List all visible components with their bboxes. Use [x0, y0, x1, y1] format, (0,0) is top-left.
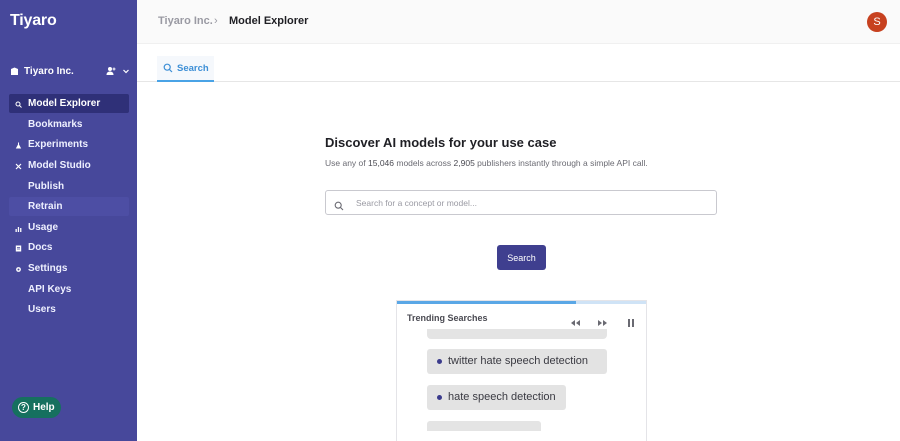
top-header: Tiyaro Inc. › Model Explorer S [137, 0, 900, 44]
trending-item-label: hate speech detection [448, 391, 556, 403]
trending-item-label: twitter hate speech detection [448, 355, 589, 367]
help-button[interactable]: ? Help [12, 397, 61, 418]
search-icon [163, 63, 173, 73]
gear-icon [15, 265, 22, 273]
trending-item[interactable]: hate speech detection [427, 385, 566, 410]
fast-forward-icon[interactable] [597, 315, 609, 326]
trending-list: twitter hate speech detection hate speec… [427, 329, 617, 431]
page-subtitle: Use any of 15,046 models across 2,905 pu… [325, 158, 648, 168]
breadcrumb-separator: › [214, 15, 218, 27]
sidebar-item-publish[interactable]: Publish [9, 177, 129, 196]
question-icon: ? [18, 402, 29, 413]
sidebar-item-label: Experiments [28, 139, 89, 151]
tab-bar: Search [137, 44, 900, 82]
app-logo[interactable]: Tiyaro [10, 12, 57, 30]
sidebar-item-docs[interactable]: Docs [9, 238, 129, 257]
page-title: Discover AI models for your use case [325, 135, 557, 150]
sidebar-item-label: Usage [28, 221, 59, 233]
rewind-icon[interactable] [569, 315, 581, 326]
avatar[interactable]: S [867, 12, 887, 32]
publisher-count: 2,905 [453, 158, 475, 168]
trending-title: Trending Searches [407, 313, 488, 323]
building-icon [10, 67, 19, 76]
breadcrumb-page: Model Explorer [229, 15, 309, 27]
org-name: Tiyaro Inc. [24, 65, 74, 77]
search-field[interactable] [325, 190, 717, 215]
sidebar-item-bookmarks[interactable]: Bookmarks [9, 115, 129, 134]
bar-chart-icon [15, 224, 22, 232]
document-icon [15, 244, 22, 252]
sidebar-item-experiments[interactable]: Experiments [9, 135, 129, 154]
sidebar-item-label: Publish [28, 180, 65, 192]
breadcrumb-org[interactable]: Tiyaro Inc. [158, 15, 213, 27]
sidebar-item-model-explorer[interactable]: Model Explorer [9, 94, 129, 113]
tab-label: Search [177, 62, 209, 74]
search-button[interactable]: Search [497, 245, 546, 270]
pause-icon[interactable] [625, 315, 637, 327]
sidebar-item-label: Settings [28, 263, 68, 275]
sidebar-nav: Model Explorer Bookmarks Experiments Mod… [9, 94, 129, 321]
org-switcher[interactable]: Tiyaro Inc. [10, 63, 130, 79]
add-user-icon[interactable] [106, 66, 116, 76]
trending-searches-panel: Trending Searches twitter hate speech de… [396, 300, 647, 441]
flask-icon [15, 141, 22, 149]
tab-search[interactable]: Search [157, 56, 214, 82]
sidebar-item-label: Users [28, 304, 56, 316]
chevron-down-icon[interactable] [122, 67, 130, 75]
trending-progress-track [397, 301, 646, 304]
sidebar: Tiyaro Tiyaro Inc. Model Explorer Bookma… [0, 0, 137, 441]
sidebar-item-label: Retrain [28, 201, 63, 213]
sidebar-item-label: Bookmarks [28, 118, 83, 130]
subtitle-text: publishers instantly through a simple AP… [474, 158, 648, 168]
search-icon [334, 198, 344, 210]
subtitle-text: Use any of [325, 158, 368, 168]
search-input[interactable] [356, 197, 716, 208]
sidebar-item-label: Docs [28, 242, 53, 254]
sidebar-item-users[interactable]: Users [9, 300, 129, 319]
sidebar-item-label: API Keys [28, 283, 72, 295]
help-label: Help [33, 402, 55, 413]
sidebar-item-usage[interactable]: Usage [9, 218, 129, 237]
trending-item[interactable]: twitter hate speech detection [427, 349, 607, 374]
trending-item-partial [427, 421, 541, 431]
tools-icon [15, 162, 22, 170]
sidebar-item-label: Model Explorer [28, 98, 101, 109]
subtitle-text: models across [394, 158, 454, 168]
sidebar-item-label: Model Studio [28, 159, 91, 171]
sidebar-item-api-keys[interactable]: API Keys [9, 280, 129, 299]
trending-progress-bar [397, 301, 577, 304]
trending-item-partial [427, 329, 607, 339]
model-count: 15,046 [368, 158, 394, 168]
bullet-icon [437, 395, 442, 400]
sidebar-item-retrain[interactable]: Retrain [9, 197, 129, 217]
sidebar-item-model-studio[interactable]: Model Studio [9, 156, 129, 175]
sidebar-item-settings[interactable]: Settings [9, 259, 129, 278]
bullet-icon [437, 359, 442, 364]
search-icon [15, 100, 22, 108]
